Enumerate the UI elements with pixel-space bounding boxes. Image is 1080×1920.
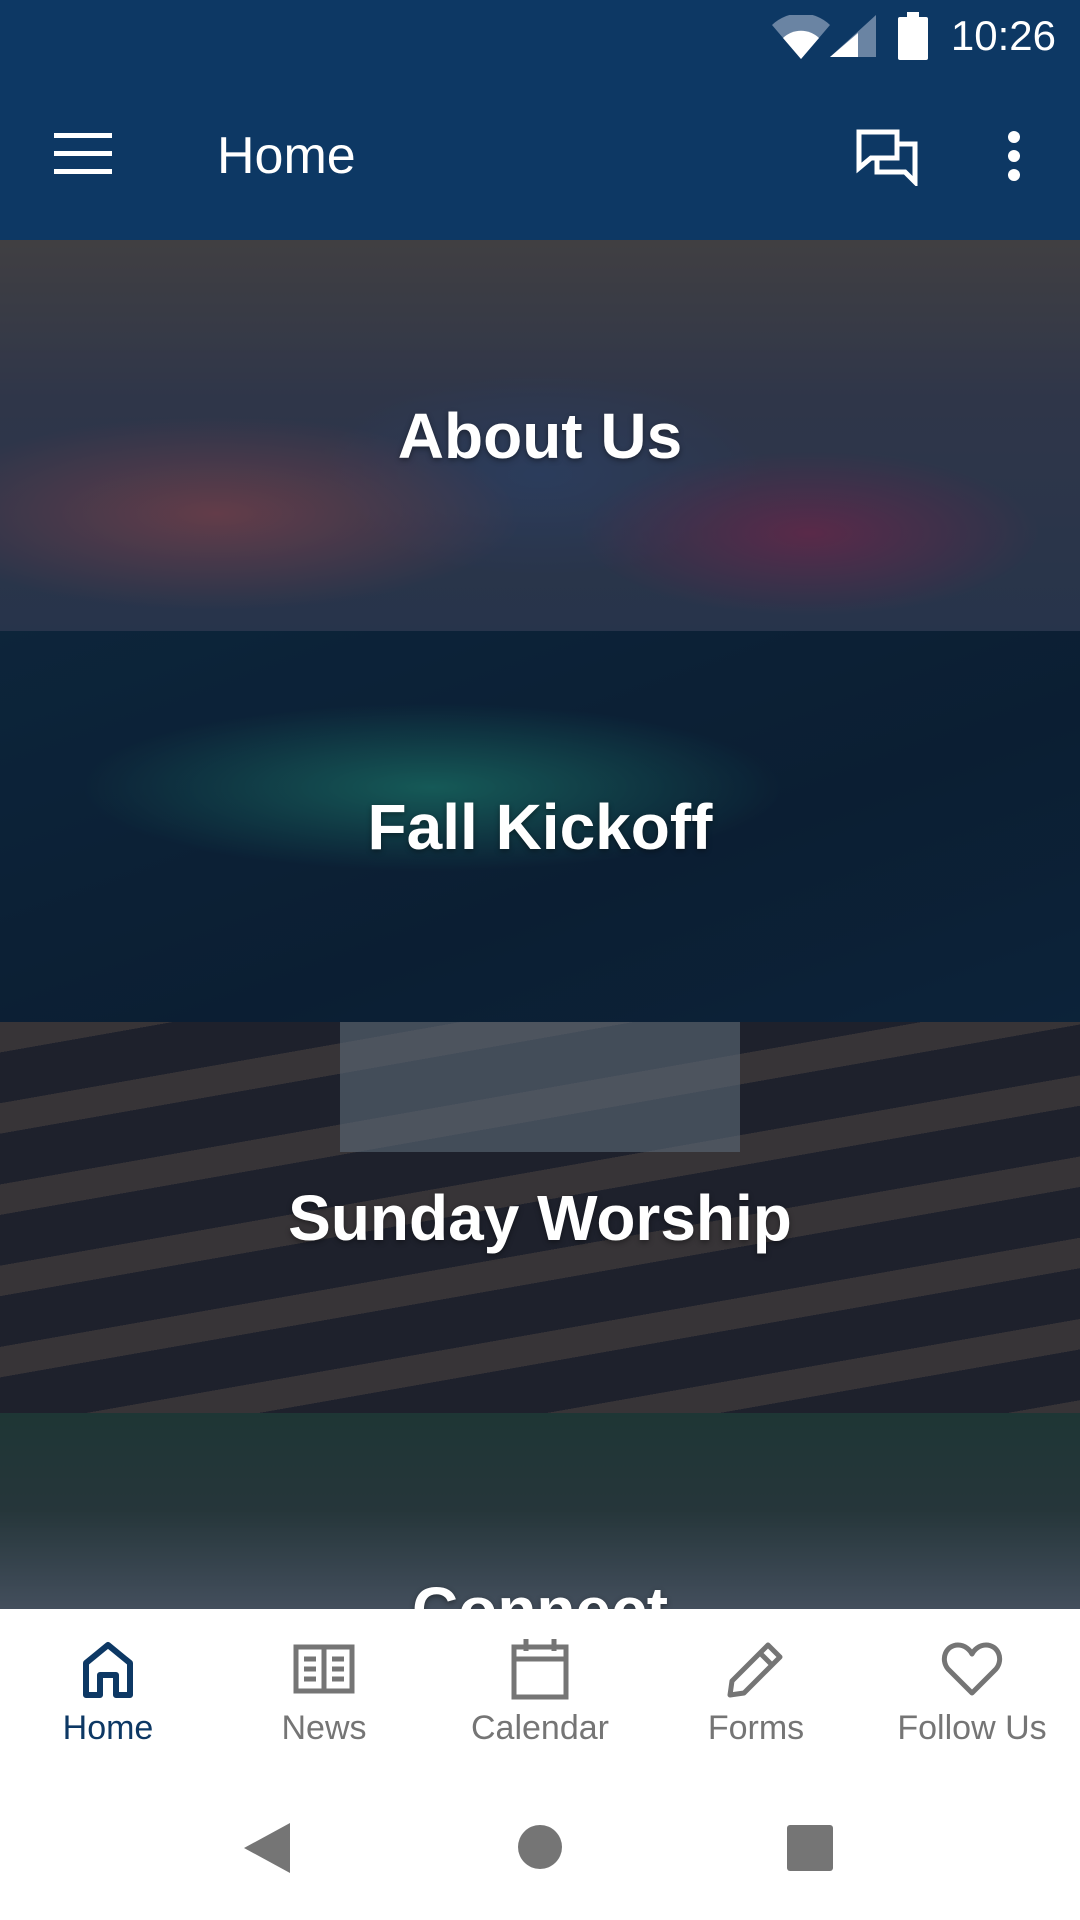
tile-sunday-worship[interactable]: Sunday Worship: [0, 1022, 1080, 1413]
back-icon[interactable]: [244, 1823, 290, 1873]
nav-news[interactable]: News: [216, 1609, 432, 1771]
nav-calendar[interactable]: Calendar: [432, 1609, 648, 1771]
clock: 10:26: [950, 12, 1056, 59]
tile-label: About Us: [397, 399, 683, 472]
tile-label: Connect: [412, 1573, 668, 1609]
tile-label: Fall Kickoff: [367, 790, 713, 863]
nav-label: News: [281, 1709, 367, 1747]
calendar-icon: [511, 1639, 569, 1700]
home-icon: [83, 1642, 133, 1698]
tile-fall-kickoff[interactable]: Fall Kickoff: [0, 631, 1080, 1022]
book-icon: [293, 1644, 355, 1694]
bottom-nav: Home News Calendar Forms Follow Us: [0, 1609, 1080, 1771]
nav-label: Calendar: [471, 1709, 609, 1747]
home-circle-icon[interactable]: [518, 1825, 562, 1869]
status-bar: 10:26: [0, 0, 1080, 78]
wifi-icon: [772, 15, 830, 59]
nav-label: Home: [62, 1709, 154, 1747]
nav-forms[interactable]: Forms: [648, 1609, 864, 1771]
chat-icon[interactable]: [855, 128, 919, 186]
system-nav-bar: [0, 1771, 1080, 1920]
nav-home[interactable]: Home: [0, 1609, 216, 1771]
page-title: Home: [217, 127, 356, 185]
pencil-icon: [727, 1642, 783, 1698]
tile-label: Sunday Worship: [288, 1181, 792, 1254]
tile-connect[interactable]: Connect: [0, 1413, 1080, 1609]
app-bar: Home: [0, 78, 1080, 240]
nav-label: Forms: [707, 1709, 805, 1747]
nav-follow-us[interactable]: Follow Us: [864, 1609, 1080, 1771]
battery-icon: [898, 12, 928, 60]
tile-about-us[interactable]: About Us: [0, 240, 1080, 631]
heart-icon: [941, 1642, 1003, 1696]
nav-label: Follow Us: [897, 1709, 1047, 1747]
recents-icon[interactable]: [787, 1825, 833, 1871]
menu-icon[interactable]: [54, 133, 112, 175]
signal-icon: [830, 15, 876, 57]
more-vert-icon[interactable]: [1004, 130, 1024, 182]
